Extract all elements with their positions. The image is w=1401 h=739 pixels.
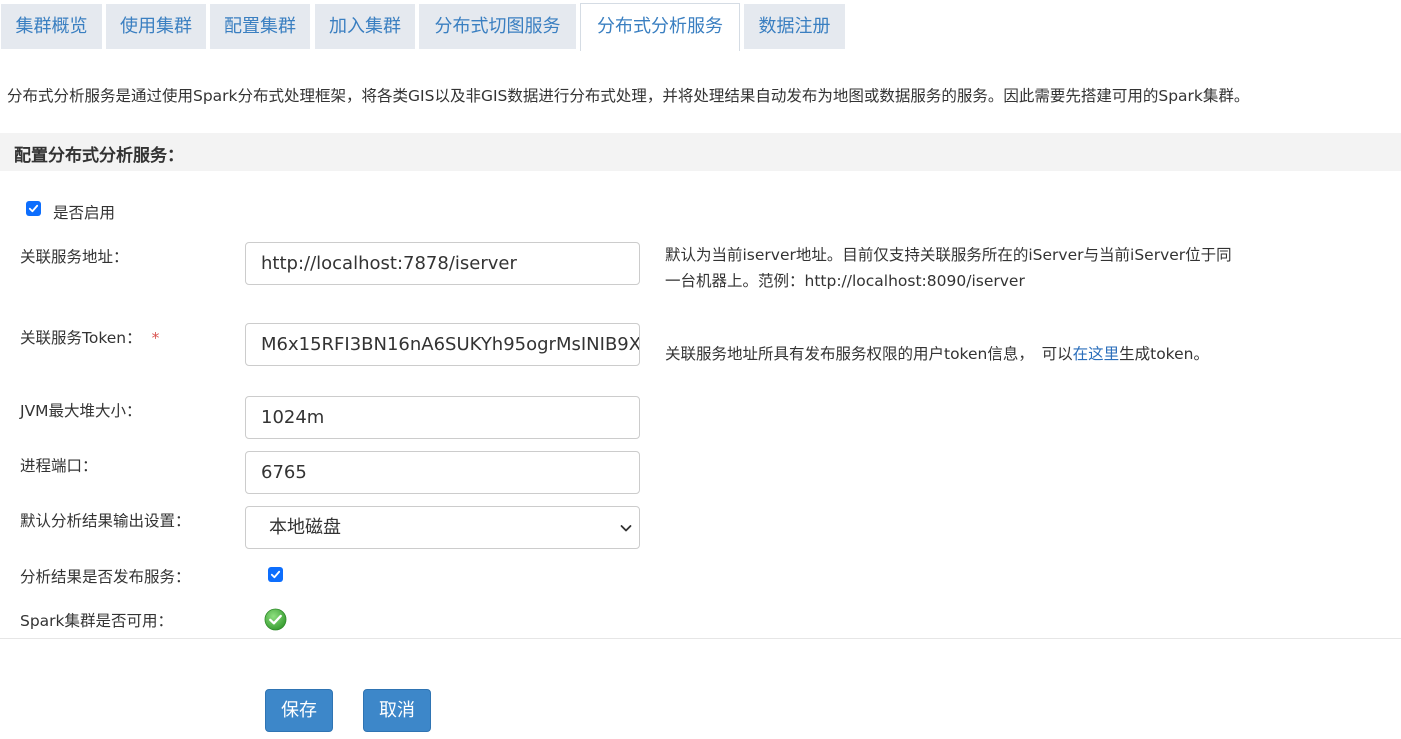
token-hint-prefix: 关联服务地址所具有发布服务权限的用户token信息， 可以 bbox=[665, 345, 1073, 363]
output-setting-label: 默认分析结果输出设置： bbox=[20, 512, 191, 530]
process-port-input[interactable]: 6765 bbox=[245, 451, 640, 494]
tab-distributed-analysis-service[interactable]: 分布式分析服务 bbox=[580, 3, 740, 51]
publish-service-checkbox[interactable] bbox=[268, 567, 283, 582]
checkmark-icon bbox=[270, 570, 281, 579]
tab-bar: 集群概览 使用集群 配置集群 加入集群 分布式切图服务 分布式分析服务 数据注册 bbox=[0, 0, 1401, 52]
tab-use-cluster[interactable]: 使用集群 bbox=[106, 4, 206, 49]
generate-token-link[interactable]: 在这里 bbox=[1073, 345, 1120, 363]
service-url-label: 关联服务地址： bbox=[20, 248, 129, 266]
service-url-input[interactable]: http://localhost:7878/iserver bbox=[245, 242, 640, 285]
token-label: 关联服务Token： * bbox=[20, 326, 159, 348]
enable-label: 是否启用 bbox=[53, 204, 116, 222]
tab-configure-cluster[interactable]: 配置集群 bbox=[210, 4, 310, 49]
section-title: 配置分布式分析服务： bbox=[14, 146, 184, 166]
section-header: 配置分布式分析服务： bbox=[0, 133, 1401, 171]
service-url-hint-line1: 默认为当前iserver地址。目前仅支持关联服务所在的iServer与当前iSe… bbox=[665, 246, 1232, 264]
enable-checkbox[interactable] bbox=[26, 201, 41, 216]
intro-text: 分布式分析服务是通过使用Spark分布式处理框架，将各类GIS以及非GIS数据进… bbox=[7, 87, 1250, 105]
tab-cluster-overview[interactable]: 集群概览 bbox=[1, 4, 102, 49]
service-url-hint-line2: 一台机器上。范例：http://localhost:8090/iserver bbox=[665, 272, 1025, 290]
output-setting-value: 本地磁盘 bbox=[269, 517, 341, 538]
spark-available-label: Spark集群是否可用： bbox=[20, 612, 174, 630]
divider bbox=[0, 638, 1401, 639]
tab-data-registration[interactable]: 数据注册 bbox=[744, 4, 845, 49]
process-port-label: 进程端口： bbox=[20, 457, 98, 475]
jvm-heap-input[interactable]: 1024m bbox=[245, 396, 640, 439]
required-mark: * bbox=[151, 329, 160, 347]
tab-join-cluster[interactable]: 加入集群 bbox=[315, 4, 415, 49]
token-label-text: 关联服务Token： bbox=[20, 329, 142, 347]
check-circle-icon bbox=[264, 608, 287, 631]
token-hint-suffix: 生成token。 bbox=[1119, 345, 1209, 363]
checkmark-icon bbox=[28, 204, 39, 213]
chevron-down-icon bbox=[620, 525, 632, 532]
jvm-heap-label: JVM最大堆大小： bbox=[20, 402, 142, 420]
tab-distributed-tiling-service[interactable]: 分布式切图服务 bbox=[419, 4, 576, 49]
cancel-button[interactable]: 取消 bbox=[363, 689, 431, 732]
save-button[interactable]: 保存 bbox=[265, 689, 333, 732]
token-input[interactable]: M6x15RFI3BN16nA6SUKYh95ogrMsINIB9X5 bbox=[245, 323, 640, 366]
service-url-hint: 默认为当前iserver地址。目前仅支持关联服务所在的iServer与当前iSe… bbox=[665, 242, 1232, 294]
publish-service-label: 分析结果是否发布服务： bbox=[20, 568, 191, 586]
output-setting-select[interactable]: 本地磁盘 bbox=[245, 506, 640, 549]
token-hint: 关联服务地址所具有发布服务权限的用户token信息， 可以在这里生成token。 bbox=[665, 341, 1209, 367]
